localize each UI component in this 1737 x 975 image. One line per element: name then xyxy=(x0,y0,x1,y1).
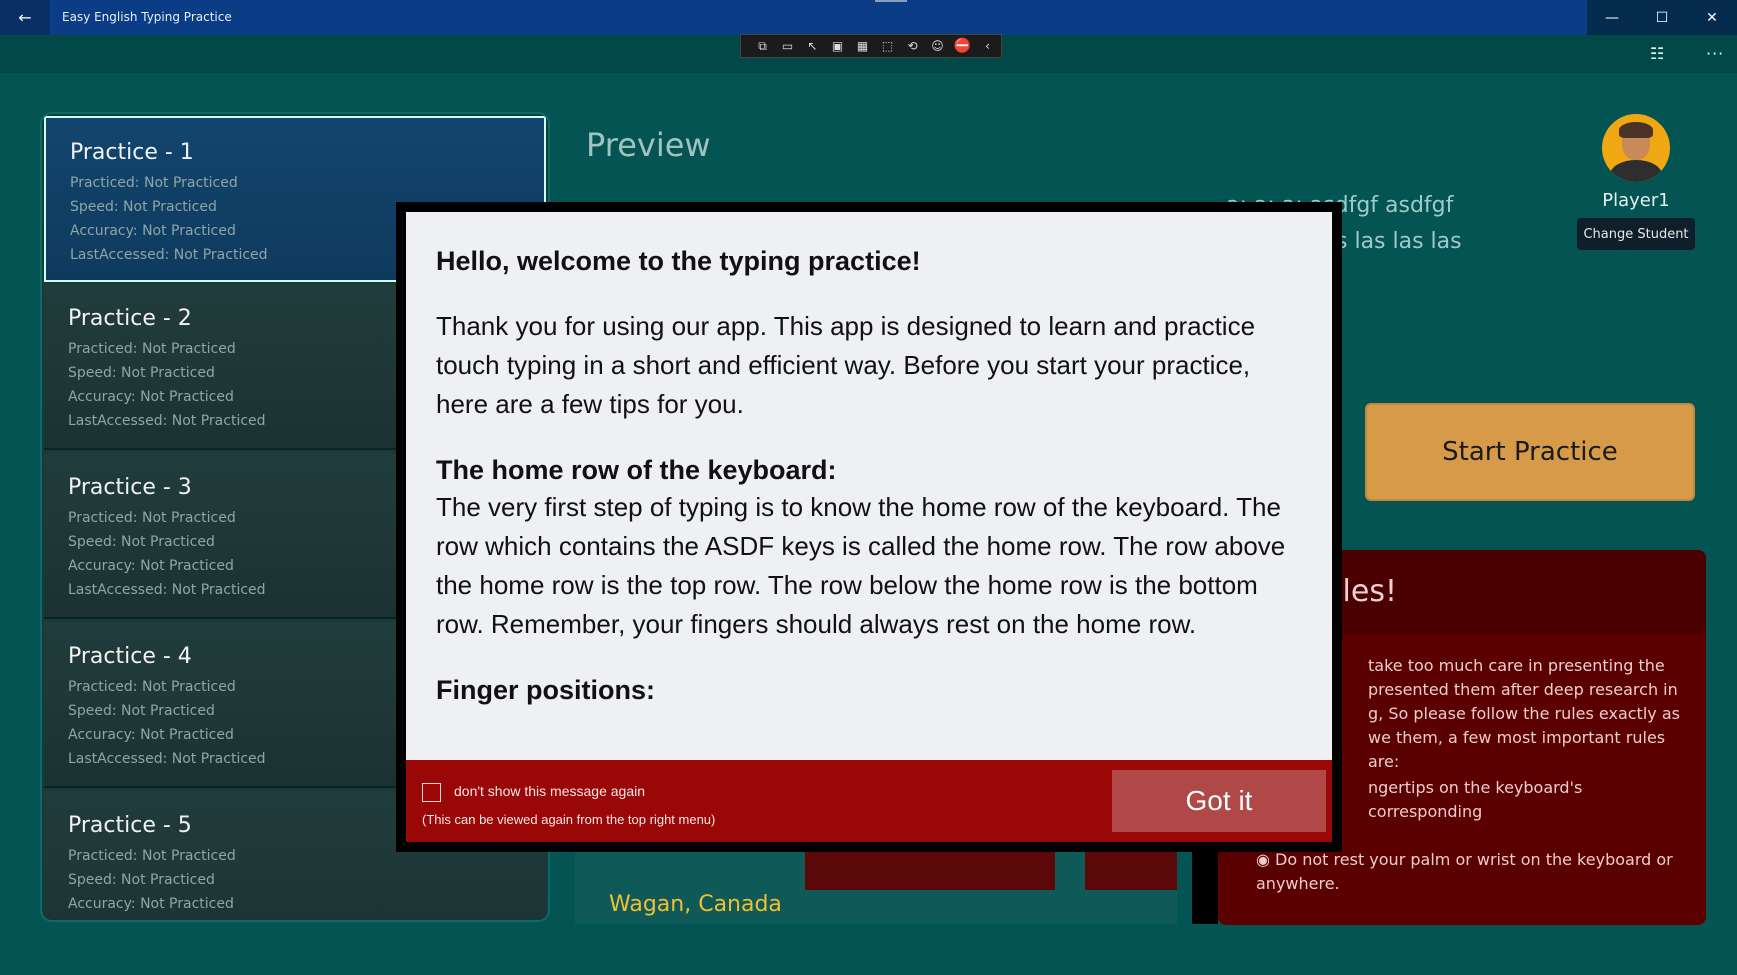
change-student-button[interactable]: Change Student xyxy=(1577,218,1695,250)
preview-title: Preview xyxy=(586,126,711,164)
layout-icon[interactable]: ▦ xyxy=(853,38,872,54)
home-row-text: The very first step of typing is to know… xyxy=(436,492,1286,639)
close-button[interactable]: ✕ xyxy=(1687,0,1737,35)
practice-speed: Speed: Not Practiced xyxy=(68,872,215,888)
back-button[interactable]: ← xyxy=(0,0,50,35)
home-row-heading: The home row of the keyboard: xyxy=(436,455,837,485)
got-it-button[interactable]: Got it xyxy=(1112,770,1326,832)
title-accent xyxy=(875,0,907,2)
player-name: Player1 xyxy=(1602,190,1670,211)
minimize-button[interactable]: — xyxy=(1587,0,1637,35)
debug-toolbar: ⧉ ▭ ↖ ▣ ▦ ⬚ ⟲ ☺ ⛔ ‹ xyxy=(740,34,1002,58)
window-controls: — ☐ ✕ xyxy=(1587,0,1737,35)
practice-name: Practice - 1 xyxy=(70,140,194,165)
rule-item: ◉ Do not rest your palm or wrist on the … xyxy=(1256,850,1673,893)
dialog-heading: Hello, welcome to the typing practice! xyxy=(436,246,921,276)
location-label: Wagan, Canada xyxy=(609,892,782,917)
more-options-icon[interactable]: ··· xyxy=(1706,44,1724,63)
welcome-dialog: Hello, welcome to the typing practice! T… xyxy=(396,202,1342,852)
dialog-intro: Thank you for using our app. This app is… xyxy=(436,311,1256,419)
dialog-content[interactable]: Hello, welcome to the typing practice! T… xyxy=(406,212,1332,760)
dont-show-note: (This can be viewed again from the top r… xyxy=(422,812,716,827)
practice-practiced: Practiced: Not Practiced xyxy=(70,175,238,191)
practice-accuracy: Accuracy: Not Practiced xyxy=(68,896,234,912)
dont-show-label[interactable]: don't show this message again xyxy=(454,783,645,799)
accessibility-icon[interactable]: ☺ xyxy=(928,38,947,54)
pointer-icon[interactable]: ↖ xyxy=(803,38,822,54)
title-bar: ← Easy English Typing Practice — ☐ ✕ xyxy=(0,0,1737,35)
dont-show-checkbox[interactable] xyxy=(422,783,441,802)
start-practice-button[interactable]: Start Practice xyxy=(1365,403,1695,501)
hot-reload-icon[interactable]: ⟲ xyxy=(903,38,922,54)
window-title: Easy English Typing Practice xyxy=(62,10,232,24)
camera-icon[interactable]: ▭ xyxy=(778,38,797,54)
dialog-footer: don't show this message again (This can … xyxy=(406,760,1332,842)
finger-positions-heading: Finger positions: xyxy=(436,675,655,705)
track-focus-icon[interactable]: ⬚ xyxy=(878,38,897,54)
stop-icon[interactable]: ⛔ xyxy=(953,38,972,54)
select-element-icon[interactable]: ⧉ xyxy=(753,38,772,54)
back-arrow-icon: ← xyxy=(18,8,32,27)
avatar xyxy=(1602,114,1670,182)
maximize-button[interactable]: ☐ xyxy=(1637,0,1687,35)
list-menu-icon[interactable]: ☷ xyxy=(1650,44,1664,63)
collapse-chevron-icon[interactable]: ‹ xyxy=(978,38,997,54)
bounds-icon[interactable]: ▣ xyxy=(828,38,847,54)
